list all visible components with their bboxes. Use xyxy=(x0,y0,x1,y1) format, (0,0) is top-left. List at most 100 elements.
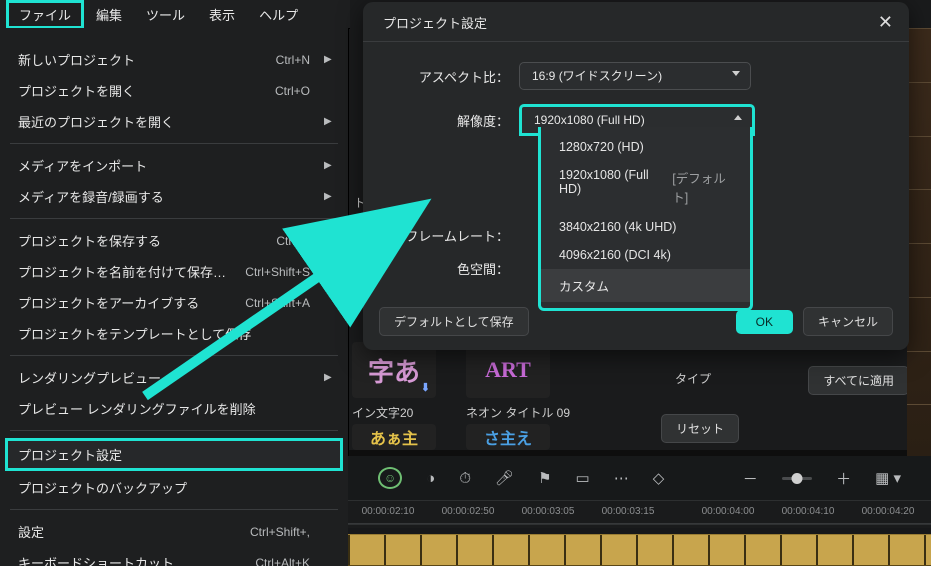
fps-label: フレームレート： xyxy=(379,226,509,245)
ruler-tick: 00:00:02:50 xyxy=(442,506,495,517)
resolution-option-custom[interactable]: カスタム xyxy=(541,269,750,302)
timeline-track[interactable] xyxy=(348,528,931,566)
menu-item-label: プロジェクトをテンプレートとして保存 xyxy=(18,324,310,343)
default-tag: [デフォルト] xyxy=(672,168,732,206)
shortcut-label: Ctrl+Shift+, xyxy=(250,525,310,539)
aspect-select[interactable]: 16:9 (ワイドスクリーン) xyxy=(519,62,751,90)
chevron-right-icon: ▶ xyxy=(324,116,330,127)
menu-help[interactable]: ヘルプ xyxy=(247,1,310,28)
ok-button[interactable]: OK xyxy=(736,310,793,334)
aspect-label: アスペクト比： xyxy=(379,67,509,86)
marker-icon[interactable]: ⚑ xyxy=(538,469,551,487)
close-icon[interactable]: ✕ xyxy=(878,12,893,33)
menu-tools[interactable]: ツール xyxy=(134,1,197,28)
shortcut-label: Ctrl+Shift+A xyxy=(245,296,310,310)
thumb-3-text: あぁ主 xyxy=(370,425,418,449)
resolution-option-dci4k[interactable]: 4096x2160 (DCI 4k) xyxy=(541,241,750,269)
resolution-option-4kuhd[interactable]: 3840x2160 (4k UHD) xyxy=(541,213,750,241)
thumb-3[interactable]: あぁ主 xyxy=(352,424,436,450)
menu-item-label: 新しいプロジェクト xyxy=(18,50,276,69)
menu-new-project[interactable]: 新しいプロジェクト Ctrl+N ▶ xyxy=(0,44,348,75)
menu-save[interactable]: プロジェクトを保存する Ctrl+S xyxy=(0,225,348,256)
video-clip[interactable] xyxy=(348,534,931,566)
ruler-tick: 00:00:02:10 xyxy=(362,506,415,517)
subtitle-icon[interactable]: ⋯ xyxy=(614,469,629,487)
resolution-dropdown: 1280x720 (HD) 1920x1080 (Full HD) [デフォルト… xyxy=(538,127,753,311)
thumb-2[interactable]: ART xyxy=(466,342,550,398)
menu-item-label: プロジェクトを開く xyxy=(18,81,275,100)
menubar: ファイル 編集 ツール 表示 ヘルプ xyxy=(0,0,350,29)
menu-project-settings[interactable]: プロジェクト設定 xyxy=(6,439,342,470)
chevron-down-icon xyxy=(732,71,740,76)
dialog-title: プロジェクト設定 xyxy=(383,13,878,32)
resolution-option-720[interactable]: 1280x720 (HD) xyxy=(541,133,750,161)
menu-edit[interactable]: 編集 xyxy=(84,1,134,28)
thumb-2-text: ART xyxy=(485,357,531,383)
thumb-1-text: 字あ xyxy=(368,352,420,389)
menu-archive[interactable]: プロジェクトをアーカイブする Ctrl+Shift+A xyxy=(0,287,348,318)
menu-item-label: プロジェクトを名前を付けて保存… xyxy=(18,262,245,281)
thumb-1-label: イン文字20 xyxy=(352,404,413,421)
menu-render-preview[interactable]: レンダリングプレビュー ▶ xyxy=(0,362,348,393)
chevron-up-icon xyxy=(734,115,742,120)
menu-import-media[interactable]: メディアをインポート ▶ xyxy=(0,150,348,181)
resolution-label: 解像度： xyxy=(379,111,509,130)
menu-item-label: レンダリングプレビュー xyxy=(18,368,310,387)
mask-icon[interactable]: ▭ xyxy=(576,469,590,487)
keyframe-icon[interactable]: ◇ xyxy=(653,469,665,487)
timeline-ruler[interactable]: 00:00:02:10 00:00:02:50 00:00:03:05 00:0… xyxy=(348,500,931,529)
menu-record[interactable]: メディアを録音/録画する ▶ xyxy=(0,181,348,212)
menu-item-label: プロジェクトを保存する xyxy=(18,231,276,250)
dialog-titlebar: プロジェクト設定 ✕ xyxy=(363,2,909,42)
apply-all-button[interactable]: すべてに適用 xyxy=(808,366,909,395)
menu-item-label: プロジェクトのバックアップ xyxy=(18,478,310,497)
color-wheel-icon[interactable]: ◑ xyxy=(426,470,435,487)
resolution-option-1080[interactable]: 1920x1080 (Full HD) [デフォルト] xyxy=(541,161,750,213)
save-as-default-button[interactable]: デフォルトとして保存 xyxy=(379,307,529,336)
menu-item-label: メディアをインポート xyxy=(18,156,310,175)
menu-item-label: プレビュー レンダリングファイルを削除 xyxy=(18,399,310,418)
mic-icon[interactable]: 🎤︎ xyxy=(495,469,514,487)
menu-item-label: キーボードショートカット xyxy=(18,553,255,566)
colorspace-label: 色空間： xyxy=(379,259,509,278)
chevron-right-icon: ▶ xyxy=(324,54,330,65)
menu-open-recent[interactable]: 最近のプロジェクトを開く ▶ xyxy=(0,106,348,137)
menu-item-label: 設定 xyxy=(18,522,250,541)
menu-keyboard-shortcuts[interactable]: キーボードショートカット Ctrl+Alt+K xyxy=(0,547,348,566)
aspect-value: 16:9 (ワイドスクリーン) xyxy=(532,69,662,83)
thumb-4-text: さ主え xyxy=(484,425,532,449)
ruler-tick: 00:00:03:05 xyxy=(522,506,575,517)
menu-view[interactable]: 表示 xyxy=(197,1,247,28)
grid-view-icon[interactable]: ▦ ▾ xyxy=(875,469,901,487)
shortcut-label: Ctrl+Alt+K xyxy=(255,556,310,566)
resolution-value: 1920x1080 (Full HD) xyxy=(534,113,645,127)
cancel-button[interactable]: キャンセル xyxy=(803,307,893,336)
download-icon: ⬇ xyxy=(421,381,430,394)
chevron-right-icon: ▶ xyxy=(324,191,330,202)
speed-icon[interactable]: ⏱ xyxy=(459,470,471,487)
menu-project-backup[interactable]: プロジェクトのバックアップ xyxy=(0,472,348,503)
thumb-1[interactable]: 字あ ⬇ xyxy=(352,342,436,398)
menu-item-label: 最近のプロジェクトを開く xyxy=(18,112,310,131)
menu-save-template[interactable]: プロジェクトをテンプレートとして保存 xyxy=(0,318,348,349)
menu-item-label: プロジェクトをアーカイブする xyxy=(18,293,245,312)
zoom-in-icon[interactable]: ＋ xyxy=(836,468,851,489)
smiley-icon[interactable]: ☺ xyxy=(378,467,402,489)
menu-file[interactable]: ファイル xyxy=(6,0,84,29)
zoom-out-icon[interactable]: － xyxy=(743,468,758,489)
thumb-2-label: ネオン タイトル 09 xyxy=(466,404,570,421)
menu-save-as[interactable]: プロジェクトを名前を付けて保存… Ctrl+Shift+S xyxy=(0,256,348,287)
menu-open-project[interactable]: プロジェクトを開く Ctrl+O xyxy=(0,75,348,106)
reset-button[interactable]: リセット xyxy=(661,414,739,443)
menu-settings[interactable]: 設定 Ctrl+Shift+, xyxy=(0,516,348,547)
project-settings-dialog: プロジェクト設定 ✕ アスペクト比： 16:9 (ワイドスクリーン) 解像度： … xyxy=(363,2,909,350)
menu-delete-preview[interactable]: プレビュー レンダリングファイルを削除 xyxy=(0,393,348,424)
zoom-slider[interactable] xyxy=(782,477,812,480)
ruler-tick: 00:00:03:15 xyxy=(602,506,655,517)
shortcut-label: Ctrl+O xyxy=(275,84,310,98)
chevron-right-icon: ▶ xyxy=(324,160,330,171)
ok-label: OK xyxy=(756,315,773,329)
thumb-4[interactable]: さ主え xyxy=(466,424,550,450)
reset-label: リセット xyxy=(676,422,724,436)
file-menu-dropdown: 新しいプロジェクト Ctrl+N ▶ プロジェクトを開く Ctrl+O 最近のプ… xyxy=(0,28,349,566)
